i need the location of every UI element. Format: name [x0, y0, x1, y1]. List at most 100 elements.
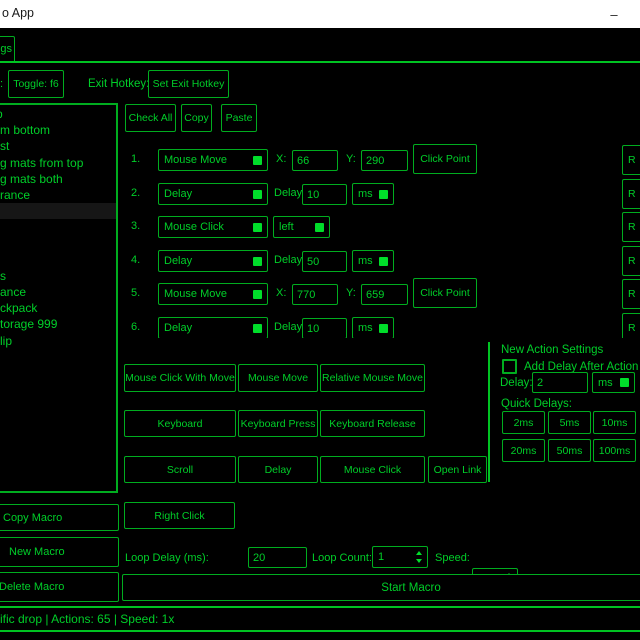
macro-list-item[interactable]: p — [0, 106, 116, 122]
macro-list-item[interactable]: torage 999 — [0, 316, 116, 332]
macro-listbox[interactable]: p m bottom st g mats from top g mats bot… — [0, 103, 118, 493]
delay-unit-dropdown[interactable]: ms — [352, 183, 394, 205]
button-label: 100ms — [599, 445, 631, 457]
action-type-dropdown[interactable]: Delay — [158, 250, 268, 272]
dropdown-arrow-icon — [253, 223, 262, 232]
remove-action-button[interactable]: R — [622, 212, 640, 242]
add-open-link-button[interactable]: Open Link — [428, 456, 487, 483]
quick-delay-5ms-button[interactable]: 5ms — [548, 411, 591, 434]
quick-delay-50ms-button[interactable]: 50ms — [548, 439, 591, 462]
dropdown-arrow-icon — [253, 324, 262, 333]
action-type-dropdown[interactable]: Mouse Move — [158, 149, 268, 171]
button-label: Keyboard Press — [241, 418, 316, 430]
delay-unit-dropdown[interactable]: ms — [352, 250, 394, 272]
add-delay-after-action-checkbox[interactable] — [502, 359, 517, 374]
action-type-dropdown[interactable]: Delay — [158, 317, 268, 338]
add-keyboard-release-button[interactable]: Keyboard Release — [320, 410, 425, 437]
macro-list-item[interactable]: ckpack — [0, 300, 116, 316]
new-action-delay-input[interactable] — [532, 372, 588, 393]
loop-count-value: 1 — [378, 551, 384, 563]
tab-settings-label: gs — [0, 43, 12, 55]
remove-action-button[interactable]: R — [622, 313, 640, 338]
action-type-value: Delay — [164, 322, 192, 334]
macro-list-item[interactable]: rance — [0, 187, 116, 203]
add-right-click-button[interactable]: Right Click — [124, 502, 235, 529]
add-mouse-move-button[interactable]: Mouse Move — [238, 364, 318, 392]
mouse-button-value: left — [279, 221, 294, 233]
button-label: Relative Mouse Move — [322, 372, 423, 384]
quick-delay-2ms-button[interactable]: 2ms — [502, 411, 545, 434]
check-all-button[interactable]: Check All — [125, 104, 176, 132]
start-macro-button[interactable]: Start Macro — [122, 574, 640, 601]
delay-input[interactable] — [302, 184, 347, 205]
add-relative-mouse-move-button[interactable]: Relative Mouse Move — [320, 364, 425, 392]
action-type-dropdown[interactable]: Delay — [158, 183, 268, 205]
macro-list-item[interactable]: ance — [0, 284, 116, 300]
start-macro-label: Start Macro — [381, 582, 440, 594]
delay-label: Delay — [274, 254, 302, 266]
remove-action-button[interactable]: R — [622, 145, 640, 175]
spinner-down-icon[interactable] — [416, 559, 422, 563]
delay-unit-value: ms — [358, 322, 373, 334]
loop-delay-input[interactable] — [248, 547, 307, 568]
stepper-arrows — [416, 551, 422, 563]
paste-button[interactable]: Paste — [221, 104, 257, 132]
click-point-label: Click Point — [420, 153, 470, 165]
add-keyboard-button[interactable]: Keyboard — [124, 410, 236, 437]
macro-list-item[interactable]: lip — [0, 333, 116, 349]
x-input[interactable] — [292, 284, 338, 305]
y-input[interactable] — [361, 150, 408, 171]
click-point-button[interactable]: Click Point — [413, 144, 477, 174]
add-scroll-button[interactable]: Scroll — [124, 456, 236, 483]
action-row-number: 1. — [131, 153, 140, 165]
delay-input[interactable] — [302, 251, 347, 272]
mouse-button-dropdown[interactable]: left — [273, 216, 330, 238]
copy-macro-button[interactable]: Copy Macro — [0, 504, 119, 531]
add-keyboard-press-button[interactable]: Keyboard Press — [238, 410, 318, 437]
toggle-hotkey-button[interactable]: Toggle: f6 — [8, 70, 64, 98]
dropdown-arrow-icon — [379, 190, 388, 199]
title-bar: o App – — [0, 0, 640, 28]
new-action-delay-label: Delay: — [500, 377, 533, 389]
macro-list-item[interactable] — [0, 236, 116, 252]
macro-list-item[interactable]: st — [0, 138, 116, 154]
add-delay-button[interactable]: Delay — [238, 456, 318, 483]
macro-list-item[interactable]: m bottom — [0, 122, 116, 138]
quick-delays-label: Quick Delays: — [501, 398, 572, 410]
click-point-button[interactable]: Click Point — [413, 278, 477, 308]
delay-unit-dropdown[interactable]: ms — [352, 317, 394, 338]
button-label: Keyboard Release — [329, 418, 415, 430]
y-input[interactable] — [361, 284, 408, 305]
action-row-number: 6. — [131, 321, 140, 333]
action-type-dropdown[interactable]: Mouse Click — [158, 216, 268, 238]
settings-separator — [488, 342, 490, 482]
delete-macro-button[interactable]: Delete Macro — [0, 572, 119, 602]
add-mouse-click-with-move-button[interactable]: Mouse Click With Move — [124, 364, 236, 392]
quick-delay-100ms-button[interactable]: 100ms — [593, 439, 636, 462]
minimize-button[interactable]: – — [596, 0, 632, 28]
quick-delay-10ms-button[interactable]: 10ms — [593, 411, 636, 434]
dropdown-arrow-icon — [253, 290, 262, 299]
remove-action-button[interactable]: R — [622, 246, 640, 276]
delay-input[interactable] — [302, 318, 347, 338]
macro-list-item-selected[interactable] — [0, 203, 116, 219]
remove-action-button[interactable]: R — [622, 279, 640, 309]
new-macro-button[interactable]: New Macro — [0, 537, 119, 567]
macro-list-item[interactable] — [0, 252, 116, 268]
quick-delay-20ms-button[interactable]: 20ms — [502, 439, 545, 462]
macro-list-item[interactable]: g mats from top — [0, 155, 116, 171]
macro-list-item[interactable]: g mats both — [0, 171, 116, 187]
new-action-delay-unit-dropdown[interactable]: ms — [592, 372, 635, 393]
set-exit-hotkey-button[interactable]: Set Exit Hotkey — [148, 70, 229, 98]
button-label: Open Link — [434, 464, 482, 476]
add-mouse-click-button[interactable]: Mouse Click — [320, 456, 425, 483]
macro-list-item[interactable]: s — [0, 268, 116, 284]
tab-settings[interactable]: gs — [0, 36, 15, 62]
action-type-dropdown[interactable]: Mouse Move — [158, 283, 268, 305]
spinner-up-icon[interactable] — [416, 551, 422, 555]
loop-count-stepper[interactable]: 1 — [372, 546, 428, 568]
remove-action-button[interactable]: R — [622, 179, 640, 209]
macro-list-item[interactable] — [0, 219, 116, 235]
x-input[interactable] — [292, 150, 338, 171]
copy-button[interactable]: Copy — [181, 104, 212, 132]
